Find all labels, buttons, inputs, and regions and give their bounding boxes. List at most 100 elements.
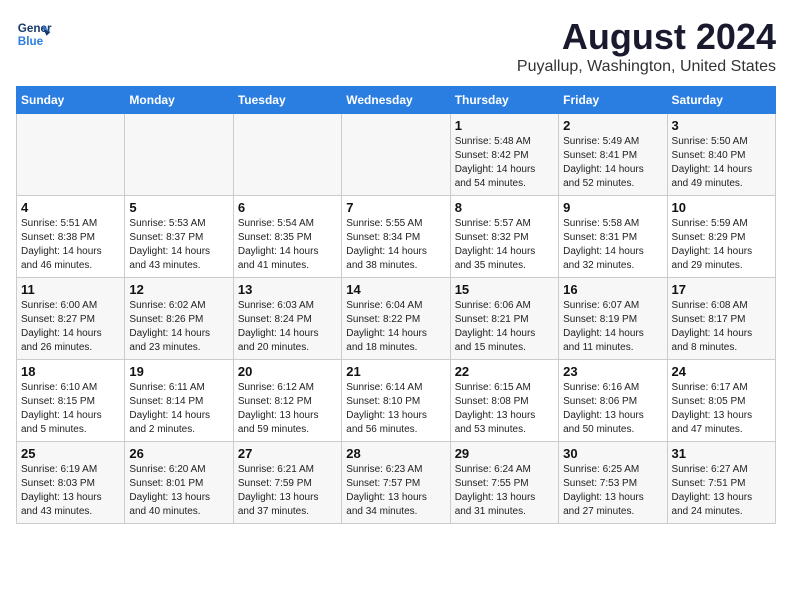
day-cell-8: 5Sunrise: 5:53 AM Sunset: 8:37 PM Daylig… bbox=[125, 196, 233, 278]
day-content: Sunrise: 5:48 AM Sunset: 8:42 PM Dayligh… bbox=[455, 135, 554, 191]
day-content: Sunrise: 6:11 AM Sunset: 8:14 PM Dayligh… bbox=[129, 381, 228, 437]
day-cell-34: 31 Sunrise: 6:27 AM Sunset: 7:51 PM Dayli… bbox=[667, 442, 775, 524]
day-cell-19: 16 Sunrise: 6:07 AM Sunset: 8:19 PM Dayli… bbox=[559, 278, 667, 360]
day-number: 5 bbox=[129, 200, 228, 215]
day-content: Sunrise: 6:02 AM Sunset: 8:26 PM Dayligh… bbox=[129, 299, 228, 355]
day-content: Sunrise: 6:12 AM Sunset: 8:12 PM Dayligh… bbox=[238, 381, 337, 437]
day-content: Sunrise: 6:15 AM Sunset: 8:08 PM Dayligh… bbox=[455, 381, 554, 437]
day-number: 10 bbox=[672, 200, 771, 215]
day-content: Sunrise: 5:50 AM Sunset: 8:40 PM Dayligh… bbox=[672, 135, 771, 191]
day-content: Sunrise: 6:03 AM Sunset: 8:24 PM Dayligh… bbox=[238, 299, 337, 355]
day-content: Sunrise: 6:19 AM Sunset: 8:03 PM Dayligh… bbox=[21, 463, 120, 519]
day-content: Sunrise: 6:21 AM Sunset: 7:59 PM Dayligh… bbox=[238, 463, 337, 519]
day-number: 24 bbox=[672, 364, 771, 379]
day-cell-4: 1 Sunrise: 5:48 AM Sunset: 8:42 PM Daylig… bbox=[450, 114, 558, 196]
col-monday: Monday bbox=[125, 87, 233, 114]
day-number: 30 bbox=[563, 446, 662, 461]
day-cell-30: 27 Sunrise: 6:21 AM Sunset: 7:59 PM Dayli… bbox=[233, 442, 341, 524]
day-content: Sunrise: 6:25 AM Sunset: 7:53 PM Dayligh… bbox=[563, 463, 662, 519]
col-thursday: Thursday bbox=[450, 87, 558, 114]
calendar-body: 1 Sunrise: 5:48 AM Sunset: 8:42 PM Daylig… bbox=[17, 114, 776, 524]
day-cell-32: 29 Sunrise: 6:24 AM Sunset: 7:55 PM Dayli… bbox=[450, 442, 558, 524]
day-content: Sunrise: 5:59 AM Sunset: 8:29 PM Dayligh… bbox=[672, 217, 771, 273]
day-content: Sunrise: 5:51 AM Sunset: 8:38 PM Dayligh… bbox=[21, 217, 120, 273]
day-cell-9: 6 Sunrise: 5:54 AM Sunset: 8:35 PM Daylig… bbox=[233, 196, 341, 278]
week-row-2: 4 Sunrise: 5:51 AM Sunset: 8:38 PM Daylig… bbox=[17, 196, 776, 278]
subtitle: Puyallup, Washington, United States bbox=[517, 58, 776, 76]
day-number: 3 bbox=[672, 118, 771, 133]
logo-icon: General Blue bbox=[16, 16, 52, 52]
day-number: 6 bbox=[238, 200, 337, 215]
day-cell-12: 9 Sunrise: 5:58 AM Sunset: 8:31 PM Daylig… bbox=[559, 196, 667, 278]
day-cell-24: 21Sunrise: 6:14 AM Sunset: 8:10 PM Dayli… bbox=[342, 360, 450, 442]
day-content: Sunrise: 6:24 AM Sunset: 7:55 PM Dayligh… bbox=[455, 463, 554, 519]
day-content: Sunrise: 6:16 AM Sunset: 8:06 PM Dayligh… bbox=[563, 381, 662, 437]
day-content: Sunrise: 6:17 AM Sunset: 8:05 PM Dayligh… bbox=[672, 381, 771, 437]
day-cell-21: 18 Sunrise: 6:10 AM Sunset: 8:15 PM Dayli… bbox=[17, 360, 125, 442]
day-content: Sunrise: 6:10 AM Sunset: 8:15 PM Dayligh… bbox=[21, 381, 120, 437]
week-row-4: 18 Sunrise: 6:10 AM Sunset: 8:15 PM Dayli… bbox=[17, 360, 776, 442]
day-content: Sunrise: 6:06 AM Sunset: 8:21 PM Dayligh… bbox=[455, 299, 554, 355]
day-cell-0 bbox=[17, 114, 125, 196]
day-number: 19 bbox=[129, 364, 228, 379]
page-header: General Blue August 2024 Puyallup, Washi… bbox=[16, 16, 776, 76]
day-cell-6: 3 Sunrise: 5:50 AM Sunset: 8:40 PM Daylig… bbox=[667, 114, 775, 196]
day-content: Sunrise: 6:07 AM Sunset: 8:19 PM Dayligh… bbox=[563, 299, 662, 355]
day-number: 28 bbox=[346, 446, 445, 461]
day-number: 22 bbox=[455, 364, 554, 379]
day-cell-23: 20 Sunrise: 6:12 AM Sunset: 8:12 PM Dayli… bbox=[233, 360, 341, 442]
day-cell-27: 24 Sunrise: 6:17 AM Sunset: 8:05 PM Dayli… bbox=[667, 360, 775, 442]
day-number: 11 bbox=[21, 282, 120, 297]
day-number: 17 bbox=[672, 282, 771, 297]
day-number: 26 bbox=[129, 446, 228, 461]
day-number: 25 bbox=[21, 446, 120, 461]
day-content: Sunrise: 5:54 AM Sunset: 8:35 PM Dayligh… bbox=[238, 217, 337, 273]
day-cell-17: 14Sunrise: 6:04 AM Sunset: 8:22 PM Dayli… bbox=[342, 278, 450, 360]
day-number: 15 bbox=[455, 282, 554, 297]
day-number: 21 bbox=[346, 364, 445, 379]
day-number: 16 bbox=[563, 282, 662, 297]
day-cell-11: 8Sunrise: 5:57 AM Sunset: 8:32 PM Daylig… bbox=[450, 196, 558, 278]
header-row: Sunday Monday Tuesday Wednesday Thursday… bbox=[17, 87, 776, 114]
col-sunday: Sunday bbox=[17, 87, 125, 114]
day-cell-20: 17Sunrise: 6:08 AM Sunset: 8:17 PM Dayli… bbox=[667, 278, 775, 360]
day-number: 27 bbox=[238, 446, 337, 461]
day-number: 4 bbox=[21, 200, 120, 215]
day-number: 29 bbox=[455, 446, 554, 461]
week-row-1: 1 Sunrise: 5:48 AM Sunset: 8:42 PM Daylig… bbox=[17, 114, 776, 196]
day-cell-18: 15 Sunrise: 6:06 AM Sunset: 8:21 PM Dayli… bbox=[450, 278, 558, 360]
day-content: Sunrise: 6:27 AM Sunset: 7:51 PM Dayligh… bbox=[672, 463, 771, 519]
day-number: 1 bbox=[455, 118, 554, 133]
day-cell-7: 4 Sunrise: 5:51 AM Sunset: 8:38 PM Daylig… bbox=[17, 196, 125, 278]
day-number: 31 bbox=[672, 446, 771, 461]
col-saturday: Saturday bbox=[667, 87, 775, 114]
main-title: August 2024 bbox=[517, 16, 776, 58]
day-cell-33: 30 Sunrise: 6:25 AM Sunset: 7:53 PM Dayli… bbox=[559, 442, 667, 524]
day-cell-1 bbox=[125, 114, 233, 196]
day-content: Sunrise: 6:23 AM Sunset: 7:57 PM Dayligh… bbox=[346, 463, 445, 519]
day-cell-15: 12Sunrise: 6:02 AM Sunset: 8:26 PM Dayli… bbox=[125, 278, 233, 360]
day-cell-26: 23Sunrise: 6:16 AM Sunset: 8:06 PM Dayli… bbox=[559, 360, 667, 442]
day-content: Sunrise: 5:55 AM Sunset: 8:34 PM Dayligh… bbox=[346, 217, 445, 273]
day-number: 18 bbox=[21, 364, 120, 379]
day-cell-10: 7 Sunrise: 5:55 AM Sunset: 8:34 PM Daylig… bbox=[342, 196, 450, 278]
week-row-5: 25 Sunrise: 6:19 AM Sunset: 8:03 PM Dayli… bbox=[17, 442, 776, 524]
day-number: 9 bbox=[563, 200, 662, 215]
day-cell-3 bbox=[342, 114, 450, 196]
day-cell-29: 26Sunrise: 6:20 AM Sunset: 8:01 PM Dayli… bbox=[125, 442, 233, 524]
day-number: 7 bbox=[346, 200, 445, 215]
calendar-header: Sunday Monday Tuesday Wednesday Thursday… bbox=[17, 87, 776, 114]
logo: General Blue bbox=[16, 16, 52, 52]
day-cell-22: 19 Sunrise: 6:11 AM Sunset: 8:14 PM Dayli… bbox=[125, 360, 233, 442]
day-cell-31: 28 Sunrise: 6:23 AM Sunset: 7:57 PM Dayli… bbox=[342, 442, 450, 524]
day-cell-28: 25 Sunrise: 6:19 AM Sunset: 8:03 PM Dayli… bbox=[17, 442, 125, 524]
week-row-3: 11Sunrise: 6:00 AM Sunset: 8:27 PM Dayli… bbox=[17, 278, 776, 360]
day-content: Sunrise: 5:58 AM Sunset: 8:31 PM Dayligh… bbox=[563, 217, 662, 273]
day-number: 20 bbox=[238, 364, 337, 379]
day-cell-5: 2Sunrise: 5:49 AM Sunset: 8:41 PM Daylig… bbox=[559, 114, 667, 196]
day-number: 14 bbox=[346, 282, 445, 297]
calendar-table: Sunday Monday Tuesday Wednesday Thursday… bbox=[16, 86, 776, 524]
day-cell-2 bbox=[233, 114, 341, 196]
day-cell-16: 13Sunrise: 6:03 AM Sunset: 8:24 PM Dayli… bbox=[233, 278, 341, 360]
col-friday: Friday bbox=[559, 87, 667, 114]
